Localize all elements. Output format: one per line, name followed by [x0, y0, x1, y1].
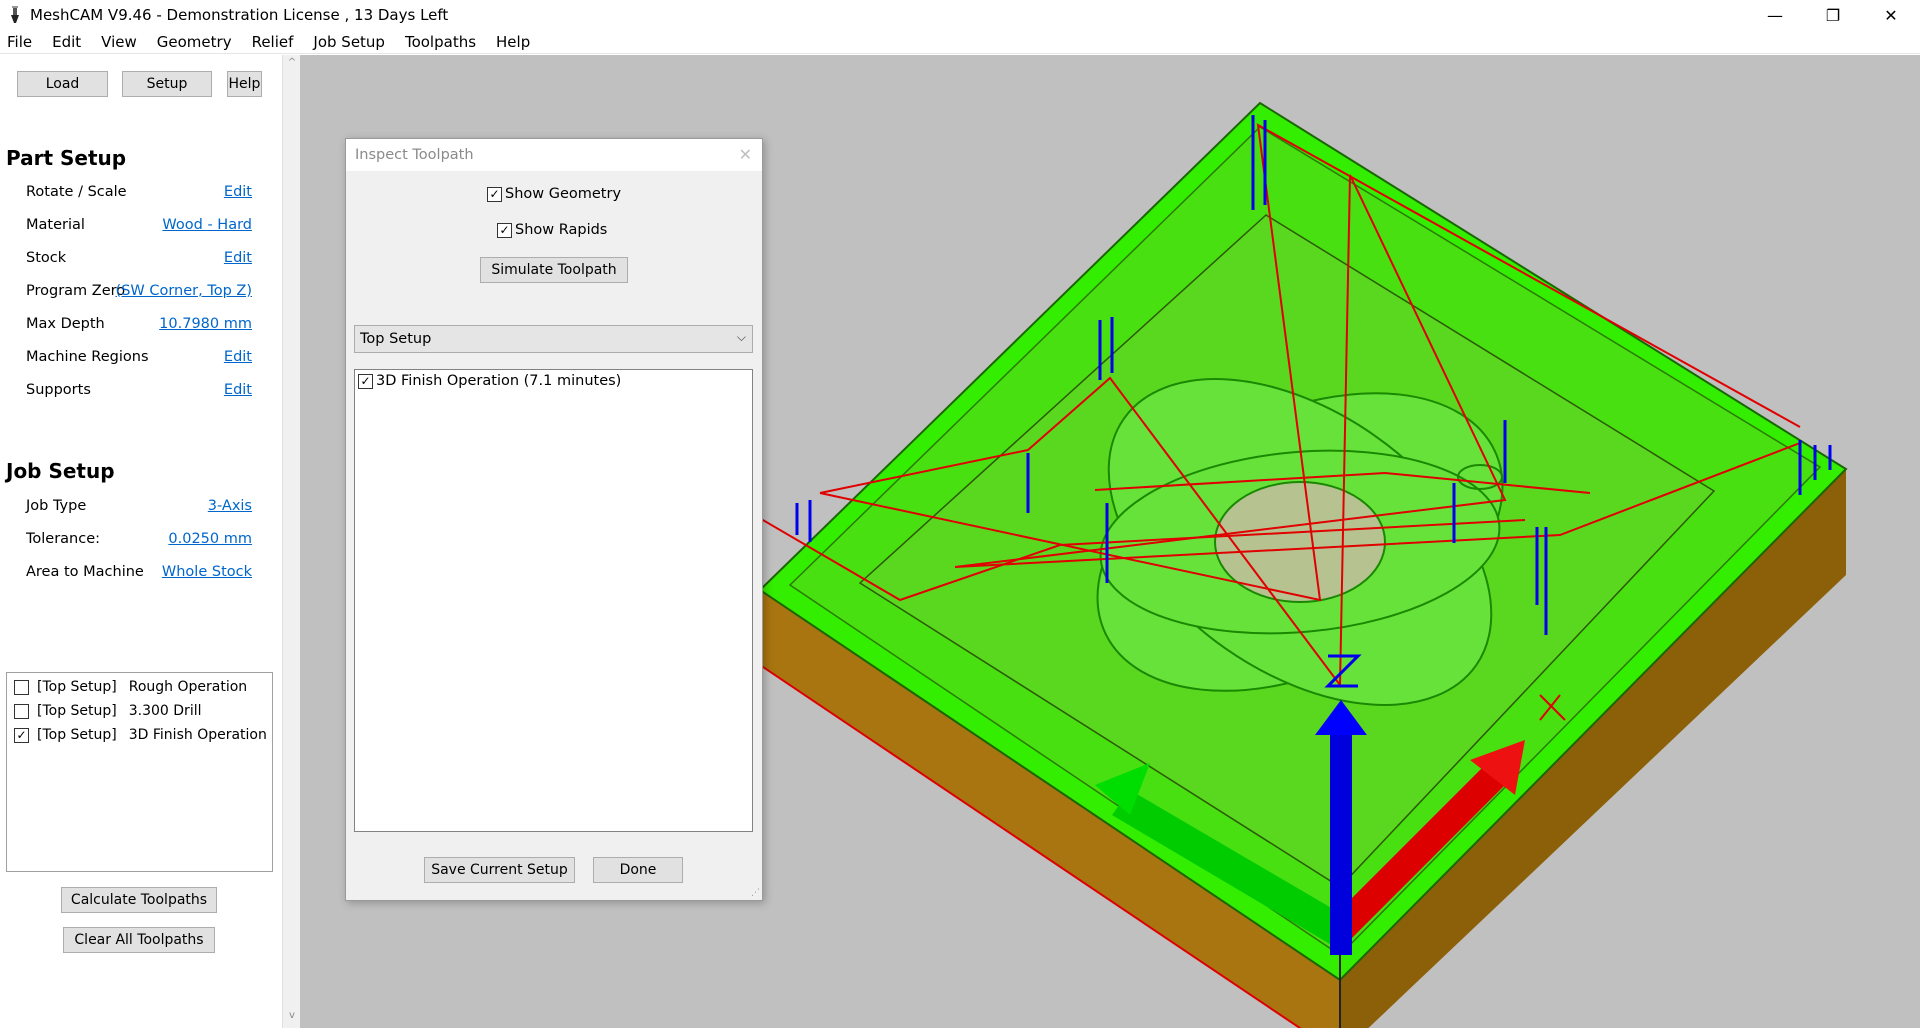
supports-link[interactable]: Edit — [224, 382, 252, 398]
operation-checkbox[interactable] — [14, 679, 29, 695]
tolerance-link[interactable]: 0.0250 mm — [168, 531, 252, 547]
rotate-scale-link[interactable]: Edit — [224, 184, 252, 200]
area-to-machine-link[interactable]: Whole Stock — [162, 564, 252, 580]
operation-checkbox[interactable] — [14, 703, 29, 719]
clear-all-toolpaths-button[interactable]: Clear All Toolpaths — [63, 927, 215, 953]
max-depth-label: Max Depth — [26, 316, 105, 332]
save-current-setup-button[interactable]: Save Current Setup — [424, 857, 575, 883]
menu-bar: File Edit View Geometry Relief Job Setup… — [0, 30, 1920, 54]
calculate-toolpaths-button[interactable]: Calculate Toolpaths — [61, 887, 217, 913]
menu-file[interactable]: File — [0, 33, 45, 51]
menu-help[interactable]: Help — [489, 33, 543, 51]
close-icon: ✕ — [1884, 5, 1898, 25]
menu-job-setup[interactable]: Job Setup — [306, 33, 398, 51]
area-to-machine-label: Area to Machine — [26, 564, 144, 580]
menu-view[interactable]: View — [94, 33, 150, 51]
window-controls: — ❐ ✕ — [1746, 0, 1920, 30]
stock-label: Stock — [26, 250, 67, 266]
left-panel-scrollbar[interactable]: ^ v — [282, 55, 300, 1028]
supports-label: Supports — [26, 382, 91, 398]
stock-link[interactable]: Edit — [224, 250, 252, 266]
show-geometry-label: Show Geometry — [505, 186, 622, 202]
tolerance-label: Tolerance: — [26, 531, 101, 547]
max-depth-link[interactable]: 10.7980 mm — [159, 316, 252, 332]
operation-setup: [Top Setup] — [37, 703, 117, 719]
help-button[interactable]: Help — [227, 71, 262, 97]
show-rapids-checkbox[interactable]: ✓ Show Rapids — [497, 222, 607, 238]
material-label: Material — [26, 217, 85, 233]
minimize-icon: — — [1767, 5, 1783, 25]
close-button[interactable]: ✕ — [1862, 0, 1920, 30]
operation-row-3d-finish[interactable]: ✓ [Top Setup] 3D Finish Operation — [14, 725, 267, 745]
operation-name: 3D Finish Operation — [128, 727, 267, 743]
list-item[interactable]: ✓ 3D Finish Operation (7.1 minutes) — [358, 373, 621, 389]
menu-edit[interactable]: Edit — [45, 33, 94, 51]
simulate-toolpath-button[interactable]: Simulate Toolpath — [480, 257, 628, 283]
window-title: MeshCAM V9.46 - Demonstration License , … — [30, 6, 449, 24]
part-setup-title: Part Setup — [6, 146, 127, 170]
checkbox-checked-icon: ✓ — [497, 222, 512, 238]
restore-icon: ❐ — [1825, 5, 1841, 25]
rotate-scale-label: Rotate / Scale — [26, 184, 127, 200]
dialog-close-icon[interactable]: ✕ — [739, 145, 752, 164]
checkbox-checked-icon: ✓ — [487, 186, 502, 202]
program-zero-label: Program Zero — [26, 283, 126, 299]
dialog-title: Inspect Toolpath — [355, 147, 474, 163]
menu-geometry[interactable]: Geometry — [150, 33, 245, 51]
done-button[interactable]: Done — [593, 857, 683, 883]
operation-setup: [Top Setup] — [37, 727, 117, 743]
setup-select-value: Top Setup — [360, 331, 432, 347]
chevron-down-icon: ⌵ — [736, 330, 746, 344]
list-item-label: 3D Finish Operation (7.1 minutes) — [376, 373, 622, 389]
load-button[interactable]: Load — [17, 71, 108, 97]
job-type-label: Job Type — [26, 498, 87, 514]
machine-regions-link[interactable]: Edit — [224, 349, 252, 365]
setup-button[interactable]: Setup — [122, 71, 212, 97]
menu-toolpaths[interactable]: Toolpaths — [398, 33, 489, 51]
job-type-link[interactable]: 3-Axis — [208, 498, 252, 514]
machine-regions-label: Machine Regions — [26, 349, 149, 365]
left-panel: Load Setup Help Part Setup Rotate / Scal… — [0, 55, 282, 1028]
inspect-toolpath-dialog: Inspect Toolpath ✕ ✓ Show Geometry ✓ Sho… — [345, 138, 763, 901]
checkbox-checked-icon[interactable]: ✓ — [358, 373, 373, 389]
meshcam-app-icon — [11, 6, 19, 23]
operation-listbox[interactable]: ✓ 3D Finish Operation (7.1 minutes) — [354, 369, 753, 832]
operation-name: 3.300 Drill — [128, 703, 202, 719]
scroll-down-icon[interactable]: v — [283, 1010, 301, 1028]
menu-relief[interactable]: Relief — [245, 33, 307, 51]
operation-checkbox-checked[interactable]: ✓ — [14, 727, 29, 743]
title-bar: MeshCAM V9.46 - Demonstration License , … — [0, 0, 1920, 30]
scroll-up-icon[interactable]: ^ — [283, 57, 301, 75]
program-zero-link[interactable]: (SW Corner, Top Z) — [116, 283, 252, 299]
material-link[interactable]: Wood - Hard — [162, 217, 252, 233]
restore-button[interactable]: ❐ — [1804, 0, 1862, 30]
minimize-button[interactable]: — — [1746, 0, 1804, 30]
job-setup-title: Job Setup — [6, 459, 115, 483]
resize-grip-icon[interactable]: ⋰ — [751, 888, 760, 898]
show-geometry-checkbox[interactable]: ✓ Show Geometry — [487, 186, 621, 202]
setup-select[interactable]: Top Setup ⌵ — [354, 325, 753, 353]
operation-row-drill[interactable]: [Top Setup] 3.300 Drill — [14, 701, 201, 721]
operation-setup: [Top Setup] — [37, 679, 117, 695]
operations-list[interactable]: [Top Setup] Rough Operation [Top Setup] … — [6, 672, 273, 872]
dialog-title-bar[interactable]: Inspect Toolpath ✕ — [346, 139, 762, 171]
operation-row-rough[interactable]: [Top Setup] Rough Operation — [14, 677, 247, 697]
show-rapids-label: Show Rapids — [515, 222, 608, 238]
operation-name: Rough Operation — [128, 679, 248, 695]
